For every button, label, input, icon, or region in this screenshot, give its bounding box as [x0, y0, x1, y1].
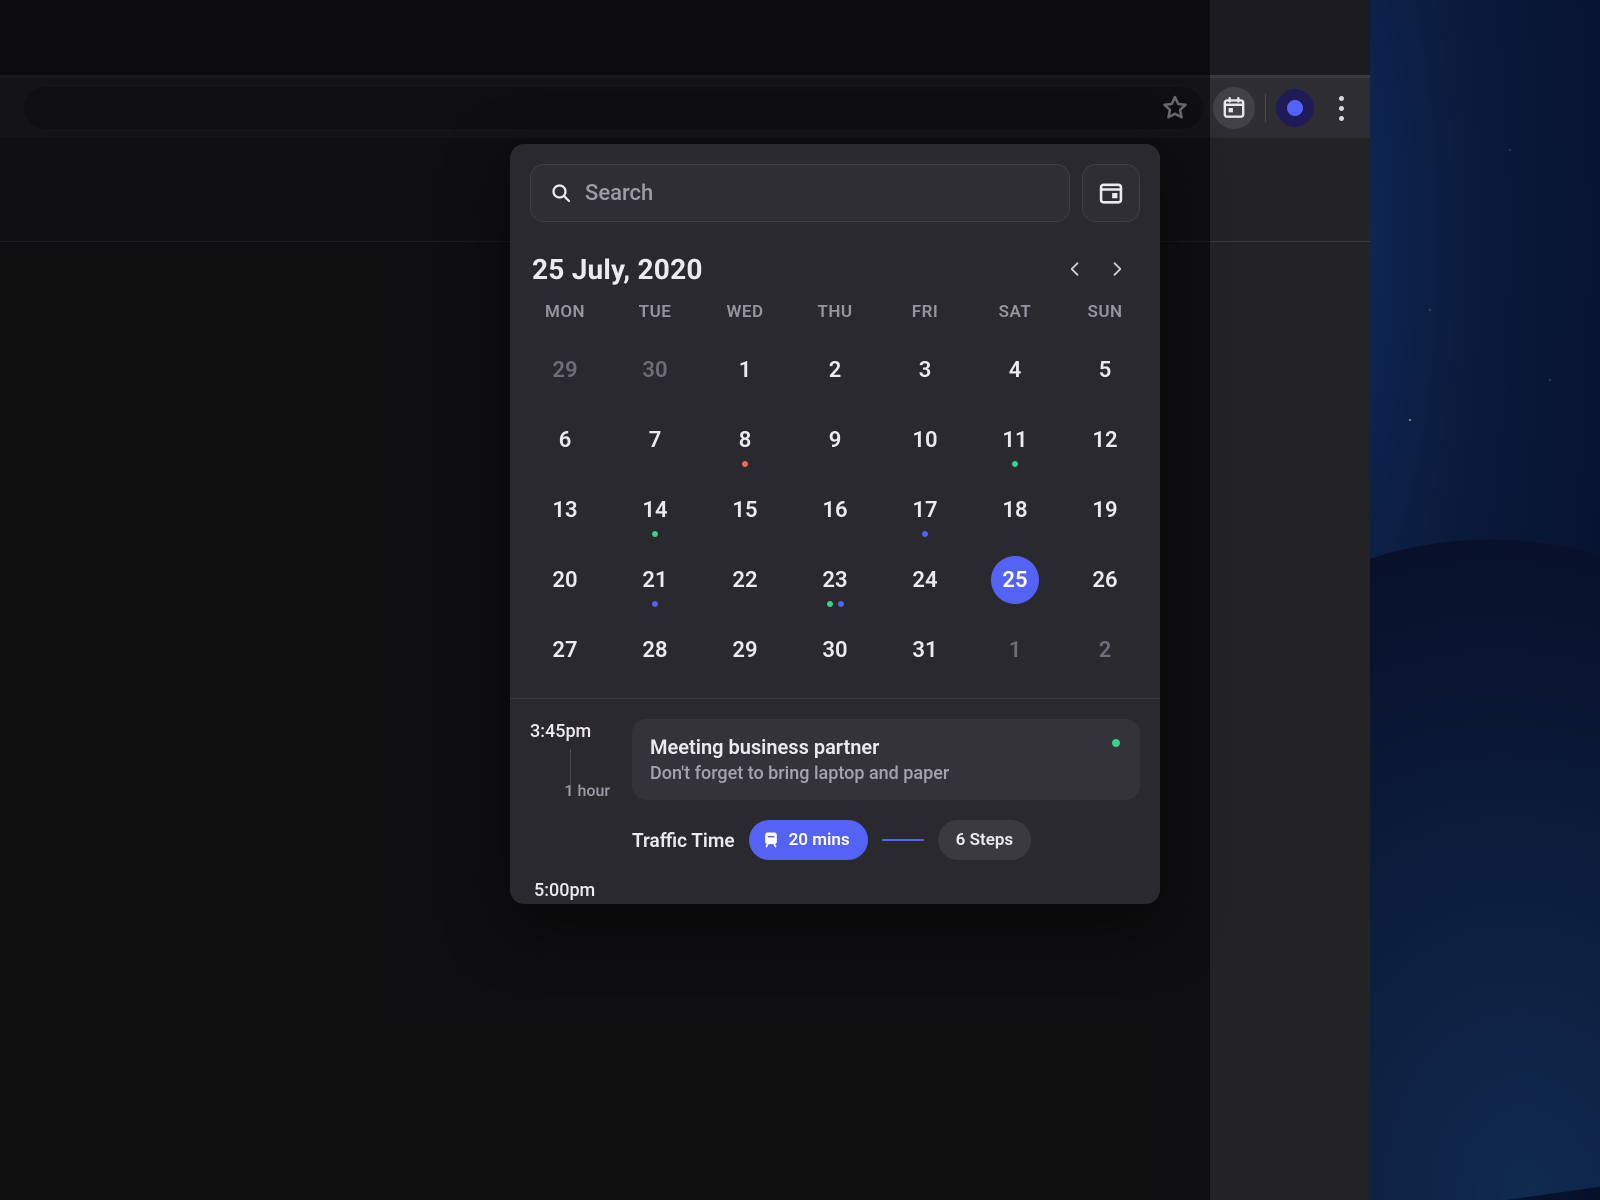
event-notes: Don't forget to bring laptop and paper	[650, 763, 1096, 784]
calendar-day[interactable]: 24	[880, 552, 970, 608]
calendar-day[interactable]: 5	[1060, 342, 1150, 398]
prev-month-button[interactable]	[1054, 248, 1096, 290]
traffic-row: Traffic Time 20 mins 6 Steps	[632, 800, 1140, 878]
events-panel: 3:45pm 1 hour Meeting business partner D…	[510, 699, 1160, 904]
event-card[interactable]: Meeting business partner Don't forget to…	[632, 719, 1140, 800]
event-time-column: 3:45pm 1 hour	[530, 719, 616, 800]
event-duration: 1 hour	[564, 781, 610, 800]
calendar-day[interactable]: 16	[790, 482, 880, 538]
calendar-day[interactable]: 2	[1060, 622, 1150, 678]
event-indicator	[790, 601, 880, 607]
next-month-button[interactable]	[1096, 248, 1138, 290]
weekday-header: SAT	[970, 302, 1060, 328]
event-start-time: 3:45pm	[530, 721, 616, 742]
traffic-steps-pill[interactable]: 6 Steps	[938, 820, 1031, 860]
calendar-day[interactable]: 6	[520, 412, 610, 468]
calendar-day[interactable]: 17	[880, 482, 970, 538]
traffic-duration-pill[interactable]: 20 mins	[749, 820, 868, 860]
calendar-day[interactable]: 18	[970, 482, 1060, 538]
chevron-left-icon	[1065, 259, 1085, 279]
calendar-day[interactable]: 9	[790, 412, 880, 468]
weekday-header: TUE	[610, 302, 700, 328]
calendar-day[interactable]: 20	[520, 552, 610, 608]
weekday-header: MON	[520, 302, 610, 328]
traffic-connector	[882, 839, 924, 841]
event-title: Meeting business partner	[650, 735, 1096, 759]
calendar-day[interactable]: 30	[610, 342, 700, 398]
calendar-day[interactable]: 13	[520, 482, 610, 538]
calendar-day[interactable]: 23	[790, 552, 880, 608]
event-indicator	[610, 531, 700, 537]
event-color-indicator	[1112, 739, 1120, 747]
traffic-label: Traffic Time	[632, 829, 735, 852]
calendar-day[interactable]: 1	[970, 622, 1060, 678]
calendar-day[interactable]: 31	[880, 622, 970, 678]
calendar-day[interactable]: 22	[700, 552, 790, 608]
extension-button[interactable]	[1213, 87, 1255, 129]
calendar-day[interactable]: 1	[700, 342, 790, 398]
calendar-day[interactable]: 29	[700, 622, 790, 678]
next-event-start-time: 5:00pm	[530, 878, 1140, 904]
event-indicator	[700, 461, 790, 467]
weekday-header: THU	[790, 302, 880, 328]
calendar-day[interactable]: 11	[970, 412, 1060, 468]
calendar-day[interactable]: 29	[520, 342, 610, 398]
event-indicator	[610, 601, 700, 607]
calendar-grid: MONTUEWEDTHUFRISATSUN2930123456789101112…	[510, 302, 1160, 698]
calendar-day[interactable]: 12	[1060, 412, 1150, 468]
jump-to-today-button[interactable]	[1082, 164, 1140, 222]
search-box[interactable]	[530, 164, 1070, 222]
weekday-header: FRI	[880, 302, 970, 328]
calendar-day[interactable]: 21	[610, 552, 700, 608]
calendar-day[interactable]: 26	[1060, 552, 1150, 608]
calendar-day[interactable]: 15	[700, 482, 790, 538]
calendar-day[interactable]: 2	[790, 342, 880, 398]
transit-icon	[761, 830, 781, 850]
calendar-day-icon	[1097, 179, 1125, 207]
calendar-day[interactable]: 4	[970, 342, 1060, 398]
search-icon	[549, 181, 573, 205]
calendar-day[interactable]: 7	[610, 412, 700, 468]
calendar-day[interactable]: 25	[970, 552, 1060, 608]
calendar-icon	[1221, 95, 1247, 121]
calendar-day[interactable]: 14	[610, 482, 700, 538]
calendar-day[interactable]: 19	[1060, 482, 1150, 538]
toolbar-separator	[1265, 94, 1266, 122]
profile-avatar[interactable]	[1276, 89, 1314, 127]
browser-menu-button[interactable]	[1324, 87, 1358, 129]
traffic-duration-text: 20 mins	[789, 830, 850, 850]
event-indicator	[970, 461, 1060, 467]
event-indicator	[880, 531, 970, 537]
chevron-right-icon	[1107, 259, 1127, 279]
event-row: 3:45pm 1 hour Meeting business partner D…	[530, 719, 1140, 800]
calendar-day[interactable]: 27	[520, 622, 610, 678]
current-date-label: 25 July, 2020	[532, 253, 1054, 286]
calendar-day[interactable]: 30	[790, 622, 880, 678]
calendar-popup: 25 July, 2020 MONTUEWEDTHUFRISATSUN29301…	[510, 144, 1160, 904]
calendar-day[interactable]: 3	[880, 342, 970, 398]
weekday-header: WED	[700, 302, 790, 328]
traffic-steps-text: 6 Steps	[956, 830, 1013, 850]
search-input[interactable]	[585, 181, 1051, 206]
weekday-header: SUN	[1060, 302, 1150, 328]
calendar-day[interactable]: 8	[700, 412, 790, 468]
kebab-icon	[1339, 96, 1344, 121]
calendar-day[interactable]: 28	[610, 622, 700, 678]
calendar-day[interactable]: 10	[880, 412, 970, 468]
